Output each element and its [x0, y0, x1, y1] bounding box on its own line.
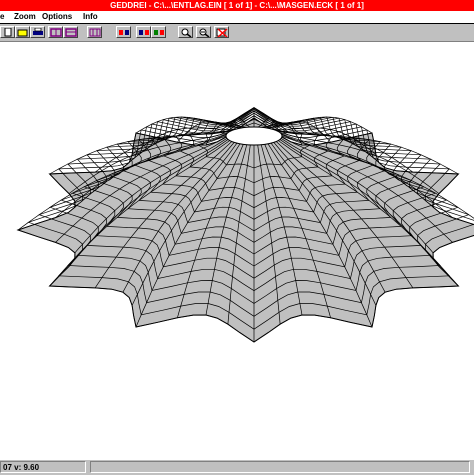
mesh-red-icon: [118, 28, 130, 37]
menu-item-info[interactable]: Info: [83, 11, 98, 23]
print-icon: [32, 28, 44, 37]
mesh-green-button[interactable]: [151, 26, 166, 38]
status-value: 07 v: 9.60: [0, 461, 86, 473]
zoom-out-button[interactable]: [196, 26, 211, 38]
zoom-reset-button[interactable]: [214, 26, 229, 38]
new-file-button[interactable]: [0, 26, 15, 38]
mesh-green-icon: [153, 28, 165, 37]
tent-mesh-surface: [0, 42, 474, 459]
view-grid-button[interactable]: [87, 26, 102, 38]
file-icon: [2, 28, 14, 37]
window-title: GEDDREI - C:\...\ENTLAG.EIN [ 1 of 1] - …: [0, 0, 474, 11]
top-ring-opening: [226, 127, 282, 145]
open-icon: [17, 28, 29, 37]
print-button[interactable]: [30, 26, 45, 38]
mesh-blue-icon: [138, 28, 150, 37]
status-panel: [90, 461, 470, 473]
menu-item-file[interactable]: e: [0, 11, 4, 23]
mesh-blue-button[interactable]: [136, 26, 151, 38]
view-front-icon: [50, 28, 62, 37]
toolbar: [0, 24, 474, 42]
menu-item-options[interactable]: Options: [42, 11, 72, 23]
zoom-in-icon: [180, 28, 192, 37]
menu-item-zoom[interactable]: Zoom: [14, 11, 36, 23]
open-button[interactable]: [15, 26, 30, 38]
menu-bar: e Zoom Options Info: [0, 11, 474, 24]
mesh-red-button[interactable]: [116, 26, 131, 38]
view-side-icon: [65, 28, 77, 37]
zoom-out-icon: [198, 28, 210, 37]
zoom-in-button[interactable]: [178, 26, 193, 38]
view-grid-icon: [89, 28, 101, 37]
status-bar: 07 v: 9.60: [0, 459, 474, 475]
view-front-button[interactable]: [48, 26, 63, 38]
zoom-reset-icon: [216, 28, 228, 37]
view-side-button[interactable]: [63, 26, 78, 38]
drawing-canvas[interactable]: [0, 42, 474, 459]
